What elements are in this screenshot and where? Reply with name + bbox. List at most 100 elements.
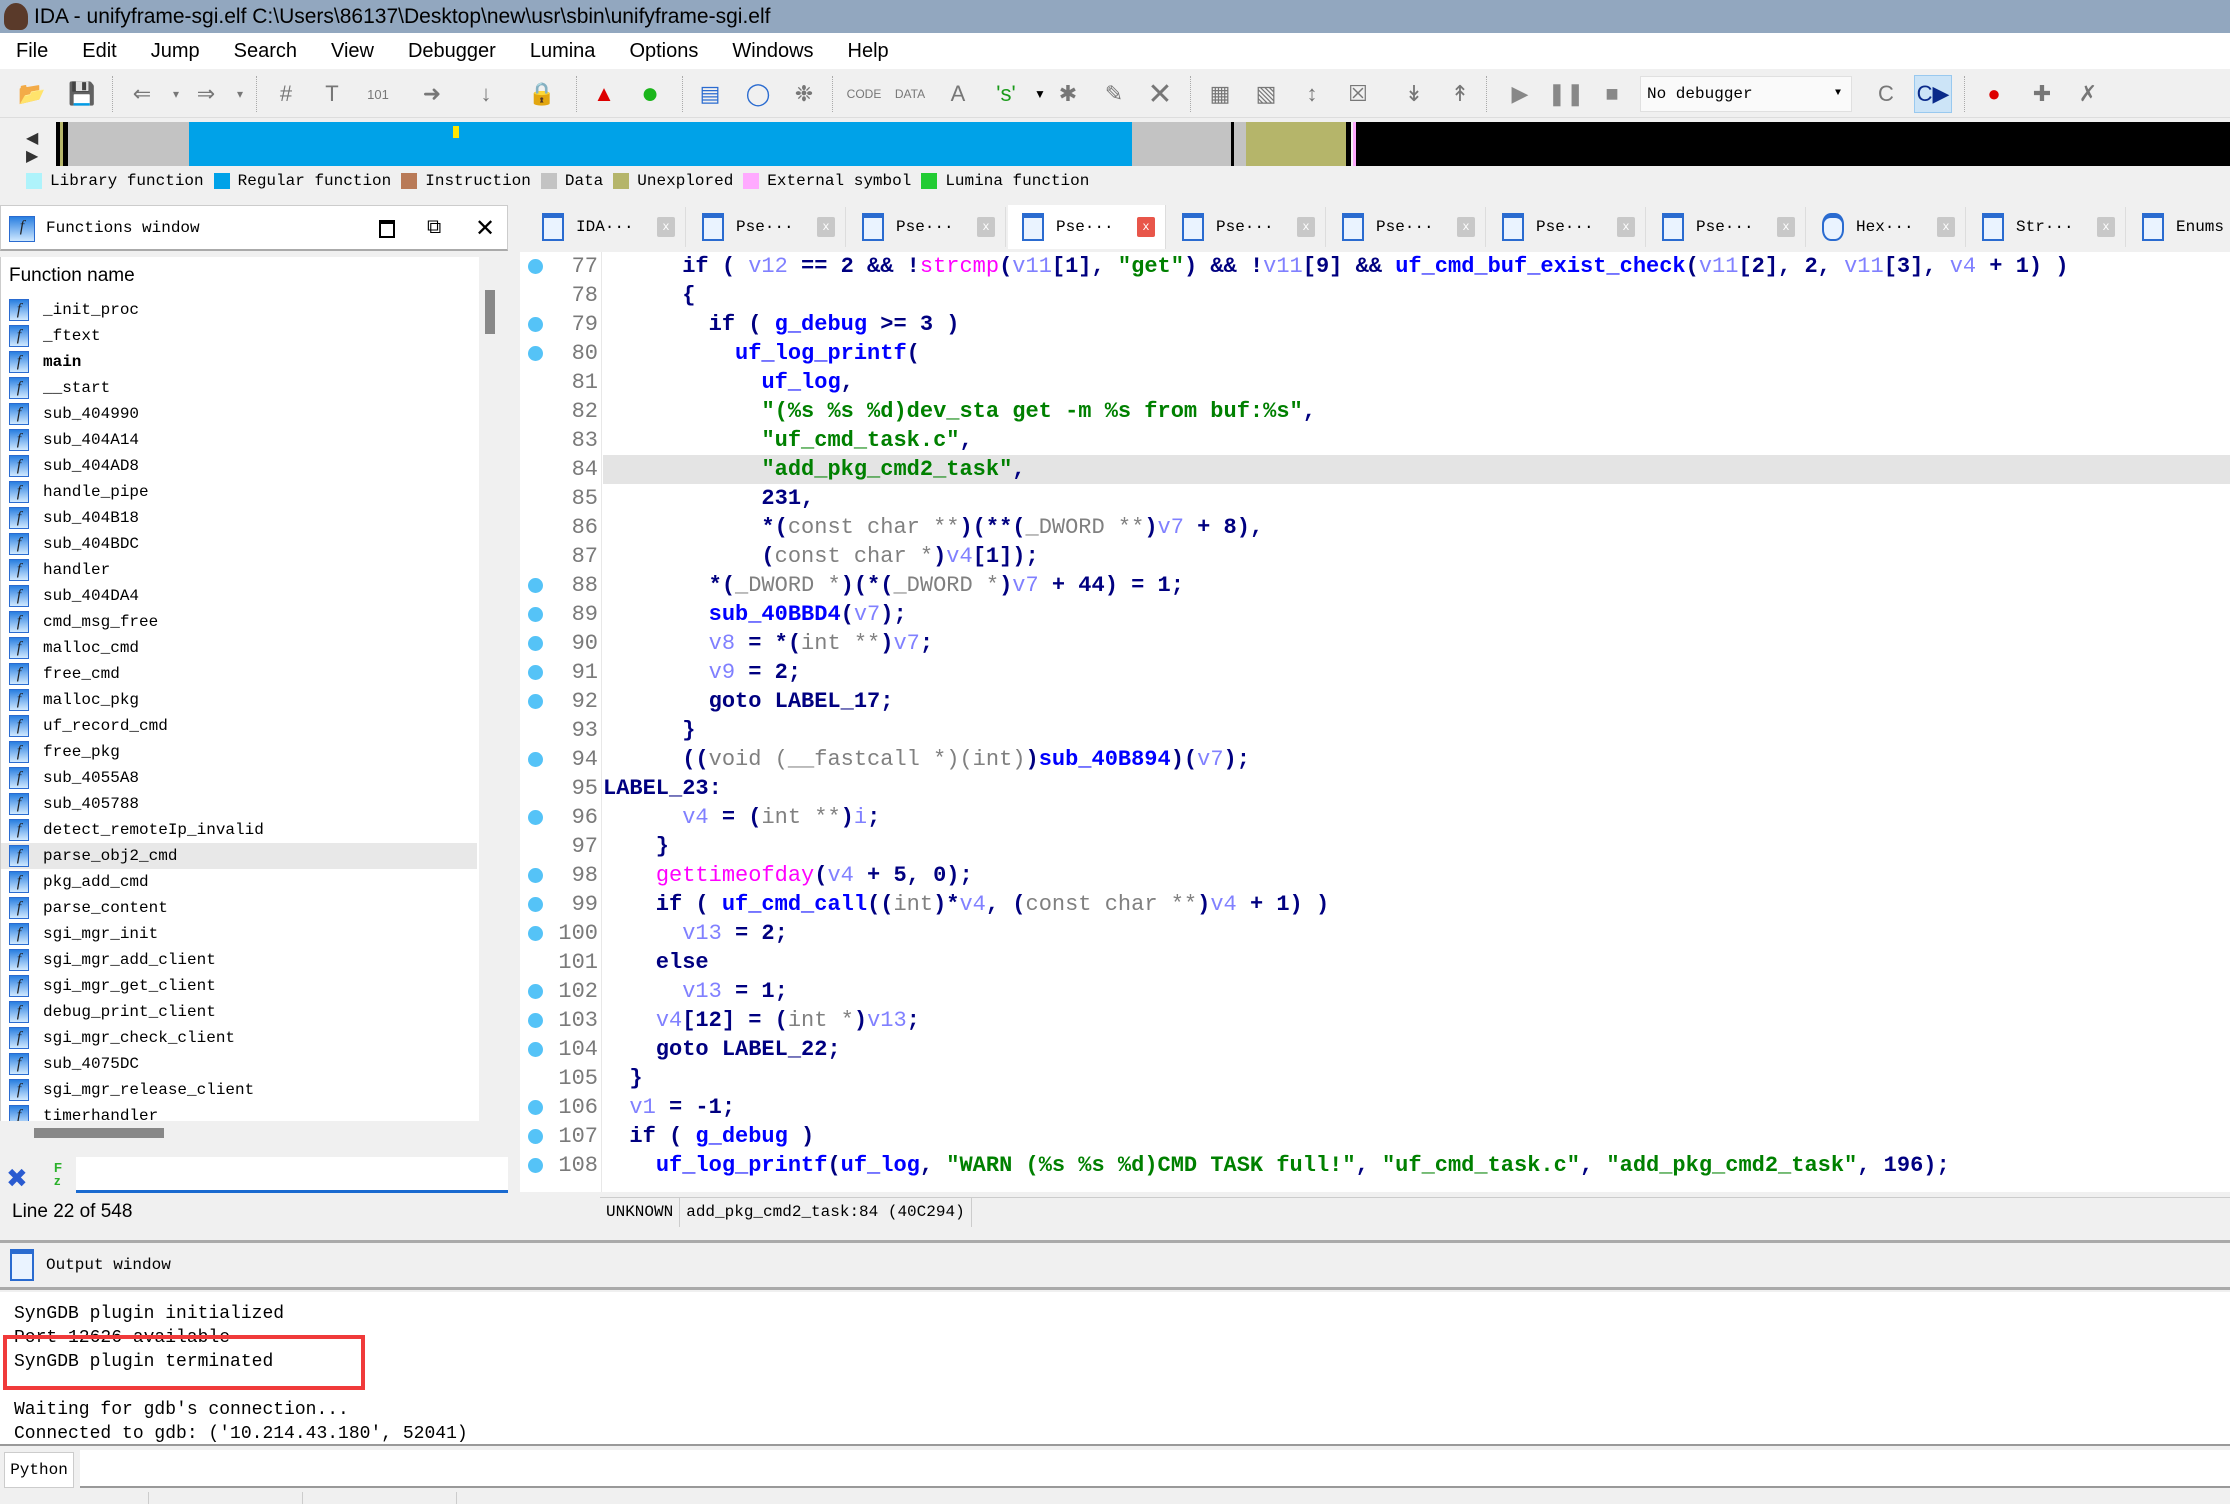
breakpoint-dot-icon[interactable] (528, 1158, 543, 1173)
clear-filter-icon[interactable]: ✖ (6, 1163, 28, 1194)
back-dropdown-icon[interactable]: ▾ (160, 78, 192, 110)
copy-struct-icon[interactable]: ▧ (1250, 78, 1282, 110)
tab-pse[interactable]: Pse··· x (1008, 205, 1166, 249)
breakpoint-dot-icon[interactable] (528, 317, 543, 332)
breakpoint-dot-icon[interactable] (528, 926, 543, 941)
pseudocode-view[interactable]: 77 if ( v12 == 2 && !strcmp(v11[1], "get… (520, 252, 2230, 1192)
green-circle-icon[interactable]: ● (634, 77, 666, 110)
menu-windows[interactable]: Windows (732, 40, 813, 63)
function-row[interactable]: f detect_remoteIp_invalid (1, 817, 477, 843)
function-row[interactable]: f sub_404DA4 (1, 583, 477, 609)
warning-icon[interactable]: ▲ (588, 78, 620, 110)
breakpoint-dot-icon[interactable] (528, 1100, 543, 1115)
navigation-band[interactable]: ◀ ▶ (0, 122, 2230, 166)
breakpoint-dot-icon[interactable] (528, 897, 543, 912)
fuzzy-search-icon[interactable]: Fz (54, 1161, 62, 1187)
function-row[interactable]: f sub_404B18 (1, 505, 477, 531)
debugger-select[interactable]: No debugger ▼ (1640, 76, 1852, 112)
function-row[interactable]: f sub_404990 (1, 401, 477, 427)
menu-edit[interactable]: Edit (82, 40, 116, 63)
close-icon[interactable]: ✕ (475, 214, 495, 243)
function-row[interactable]: f cmd_msg_free (1, 609, 477, 635)
tab-hex[interactable]: Hex··· x (1808, 207, 1966, 247)
breakpoint-dot-icon[interactable] (528, 984, 543, 999)
breakpoint-dot-icon[interactable] (528, 694, 543, 709)
tab-pse[interactable]: Pse··· x (1328, 207, 1486, 247)
function-row[interactable]: f free_cmd (1, 661, 477, 687)
make-array-icon[interactable]: ✱ (1052, 78, 1084, 110)
column-header-function-name[interactable]: Function name (9, 265, 135, 287)
function-row[interactable]: f handler (1, 557, 477, 583)
tab-close-icon[interactable]: x (1297, 217, 1315, 237)
tab-close-icon[interactable]: x (1937, 217, 1955, 237)
breakpoint-dot-icon[interactable] (528, 636, 543, 651)
function-row[interactable]: f uf_record_cmd (1, 713, 477, 739)
menu-help[interactable]: Help (848, 40, 889, 63)
tab-enums[interactable]: Enumsx (2128, 207, 2230, 247)
menu-lumina[interactable]: Lumina (530, 40, 596, 63)
function-row[interactable]: f _init_proc (1, 297, 477, 323)
function-row[interactable]: f pkg_add_cmd (1, 869, 477, 895)
function-row[interactable]: f malloc_pkg (1, 687, 477, 713)
function-row[interactable]: f sgi_mgr_release_client (1, 1077, 477, 1103)
tab-close-icon[interactable]: x (1777, 217, 1795, 237)
lock-icon[interactable]: 🔒 (526, 78, 558, 110)
make-code-icon[interactable]: CODE (847, 78, 882, 110)
add-breakpoint-icon[interactable]: ✚ (2026, 78, 2058, 110)
rename-icon[interactable]: ✎ (1098, 78, 1130, 110)
make-string-icon[interactable]: A (942, 78, 974, 110)
tab-str[interactable]: Str··· x (1968, 207, 2126, 247)
scrollbar-thumb[interactable] (485, 290, 495, 334)
function-row[interactable]: f sub_404BDC (1, 531, 477, 557)
tab-close-icon[interactable]: x (657, 217, 675, 237)
pseudocode-icon[interactable]: ▤ (694, 78, 726, 110)
nav-right-icon[interactable]: ▶ (26, 146, 38, 166)
start-icon[interactable]: ▶ (1504, 78, 1536, 110)
function-row[interactable]: f sub_405788 (1, 791, 477, 817)
tab-close-icon[interactable]: x (977, 217, 995, 237)
breakpoint-dot-icon[interactable] (528, 665, 543, 680)
back-icon[interactable]: ⇐ (126, 78, 158, 110)
nav-left-icon[interactable]: ◀ (26, 128, 38, 148)
function-row[interactable]: f main (1, 349, 477, 375)
run-to-cursor-icon[interactable]: C▶ (1914, 75, 1952, 113)
make-offset-icon[interactable]: 's' (990, 78, 1022, 110)
tab-pse[interactable]: Pse··· x (688, 207, 846, 247)
horizontal-scrollbar[interactable] (0, 1121, 500, 1143)
undefine-icon[interactable]: ✕ (1144, 78, 1176, 111)
tab-pse[interactable]: Pse··· x (1488, 207, 1646, 247)
float-icon[interactable]: ⧉ (427, 216, 441, 239)
function-row[interactable]: f sgi_mgr_add_client (1, 947, 477, 973)
function-row[interactable]: f sub_4055A8 (1, 765, 477, 791)
menu-search[interactable]: Search (234, 40, 297, 63)
tab-pse[interactable]: Pse··· x (1648, 207, 1806, 247)
scrollbar-thumb[interactable] (34, 1128, 164, 1138)
pause-icon[interactable]: ❚❚ (1548, 78, 1585, 110)
forward-icon[interactable]: ⇒ (190, 78, 222, 110)
function-row[interactable]: f sub_404AD8 (1, 453, 477, 479)
function-row[interactable]: f _ftext (1, 323, 477, 349)
function-row[interactable]: f sgi_mgr_get_client (1, 973, 477, 999)
menu-debugger[interactable]: Debugger (408, 40, 496, 63)
breakpoint-dot-icon[interactable] (528, 810, 543, 825)
breakpoint-dot-icon[interactable] (528, 752, 543, 767)
menu-jump[interactable]: Jump (151, 40, 200, 63)
breakpoint-dot-icon[interactable] (528, 1013, 543, 1028)
open-file-icon[interactable]: 📂 (16, 78, 48, 110)
vertical-scrollbar[interactable] (479, 257, 500, 1127)
stop-icon[interactable]: ■ (1596, 78, 1628, 110)
search-text-icon[interactable]: T (316, 78, 348, 110)
breakpoints-icon[interactable]: ● (1978, 78, 2010, 110)
tab-close-icon[interactable]: x (2097, 217, 2115, 237)
function-row[interactable]: f malloc_cmd (1, 635, 477, 661)
function-filter-input[interactable] (76, 1157, 508, 1193)
delete-struct-icon[interactable]: ☒ (1342, 78, 1374, 110)
breakpoint-dot-icon[interactable] (528, 607, 543, 622)
breakpoint-dot-icon[interactable] (528, 259, 543, 274)
menu-view[interactable]: View (331, 40, 374, 63)
add-struct-icon[interactable]: ▦ (1204, 78, 1236, 110)
jump-down-icon[interactable]: ↓ (470, 78, 502, 110)
search-next-icon[interactable]: ➜ (416, 78, 448, 110)
breakpoint-dot-icon[interactable] (528, 868, 543, 883)
tab-close-icon[interactable]: x (817, 217, 835, 237)
